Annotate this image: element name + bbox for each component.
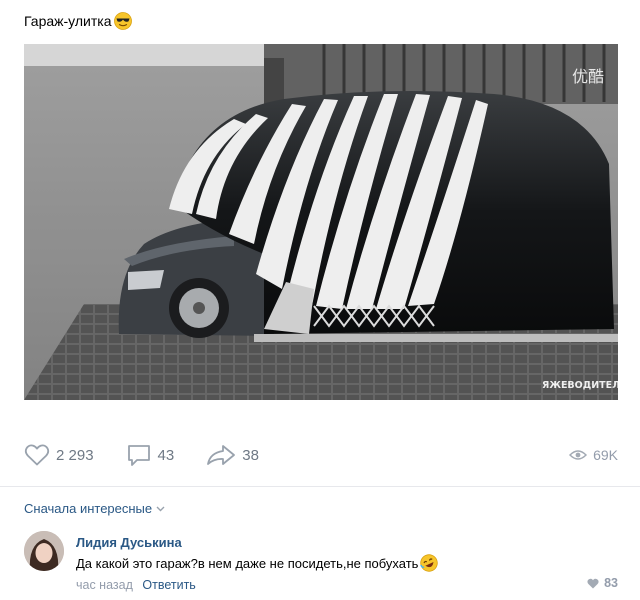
video-watermark-bottom: ЯЖЕВОДИТЕЛЬ (542, 380, 618, 391)
comments-sort-label: Сначала интересные (24, 501, 153, 516)
post-title-text: Гараж-улитка (24, 13, 112, 29)
video-watermark-top: 优酷 (572, 67, 604, 86)
like-button[interactable]: 2 293 (24, 443, 94, 467)
avatar-photo (24, 531, 64, 571)
eye-icon (569, 450, 588, 460)
post-actions-bar: 2 293 43 38 69K (24, 440, 618, 470)
comment-text-body: Да какой это гараж?в нем даже не посидет… (76, 555, 419, 571)
comment-time[interactable]: час назад (76, 578, 133, 592)
share-arrow-icon (207, 445, 236, 465)
comment-meta: час назад Ответить (76, 578, 196, 592)
rofl-emoji-icon (420, 554, 439, 572)
cool-face-emoji-icon (113, 12, 132, 30)
comment-count: 43 (157, 446, 175, 464)
views-count: 69K (593, 447, 618, 463)
comment-text: Да какой это гараж?в нем даже не посидет… (76, 554, 439, 572)
post-title: Гараж-улитка (24, 12, 132, 30)
comment-like-count: 83 (604, 576, 618, 590)
share-button[interactable]: 38 (206, 443, 259, 467)
like-count: 2 293 (56, 446, 94, 464)
chevron-down-icon (156, 506, 165, 511)
comment-author-name[interactable]: Лидия Дуськина (76, 535, 182, 550)
comment-reply-link[interactable]: Ответить (142, 578, 195, 592)
comment-author-avatar[interactable] (24, 531, 64, 571)
garage-snail-video-frame: 优酷 ЯЖЕВОДИТЕЛЬ (24, 44, 618, 400)
comments-sort-dropdown[interactable]: Сначала интересные (24, 501, 165, 516)
views-counter: 69K (569, 447, 618, 463)
heart-icon (24, 444, 50, 466)
share-count: 38 (242, 446, 259, 464)
post-video[interactable]: 优酷 ЯЖЕВОДИТЕЛЬ (24, 44, 618, 400)
comments-divider (0, 486, 640, 487)
heart-icon (587, 578, 599, 588)
comment-button[interactable]: 43 (126, 443, 175, 467)
comment-bubble-icon (127, 445, 150, 466)
comment-like-button[interactable]: 83 (587, 576, 618, 590)
